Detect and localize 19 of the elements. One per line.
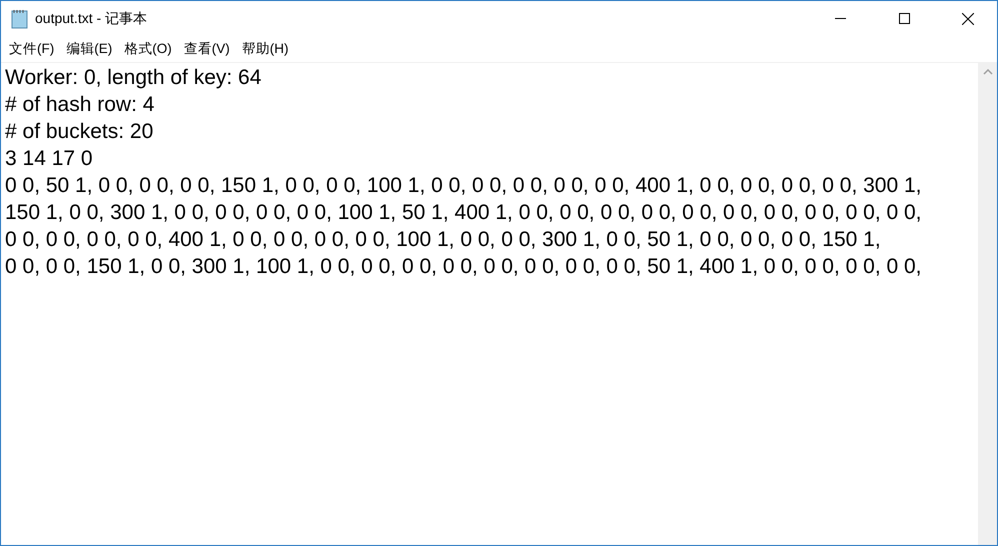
notepad-icon — [11, 8, 29, 28]
window-title: output.txt - 记事本 — [35, 10, 148, 28]
text-line: # of buckets: 20 — [5, 119, 154, 145]
text-line: 0 0, 0 0, 0 0, 0 0, 400 1, 0 0, 0 0, 0 0, 0 0, 100 1, 0 0, 0 0, 300 1, 0 0, 50 1, 0 0, 0 0, 0 0, 150 1, — [5, 227, 882, 253]
menu-item[interactable]: 文件(F) — [3, 40, 60, 58]
text-line: 150 1, 0 0, 300 1, 0 0, 0 0, 0 0, 0 0, 100 1, 50 1, 400 1, 0 0, 0 0, 0 0, 0 0, 0 0, 0 0, 0 0, 0 0, 0 0, 0 0, — [5, 200, 923, 226]
menu-item[interactable]: 查看(V) — [178, 40, 236, 58]
menu-item[interactable]: 帮助(H) — [236, 40, 294, 58]
menu-item[interactable]: 编辑(E) — [60, 40, 118, 58]
text-line: 3 14 17 0 — [5, 146, 94, 172]
text-line: 0 0, 50 1, 0 0, 0 0, 0 0, 150 1, 0 0, 0 0, 100 1, 0 0, 0 0, 0 0, 0 0, 0 0, 400 1, 0 0, 0 0, 0 0, 0 0, 300 1, — [5, 173, 923, 199]
text-line: # of hash row: 4 — [5, 92, 156, 118]
close-icon — [962, 12, 974, 24]
text-line: Worker: 0, length of key: 64 — [5, 65, 262, 91]
text-line: 0 0, 0 0, 150 1, 0 0, 300 1, 100 1, 0 0, 0 0, 0 0, 0 0, 0 0, 0 0, 0 0, 0 0, 50 1, 400 1, 0 0, 0 0, 0 0, 0 0, — [5, 254, 923, 280]
menu-item[interactable]: 格式(O) — [118, 40, 178, 58]
scrollbar[interactable] — [978, 63, 997, 545]
scroll-up-icon[interactable] — [982, 69, 992, 75]
maximize-icon — [898, 13, 910, 24]
